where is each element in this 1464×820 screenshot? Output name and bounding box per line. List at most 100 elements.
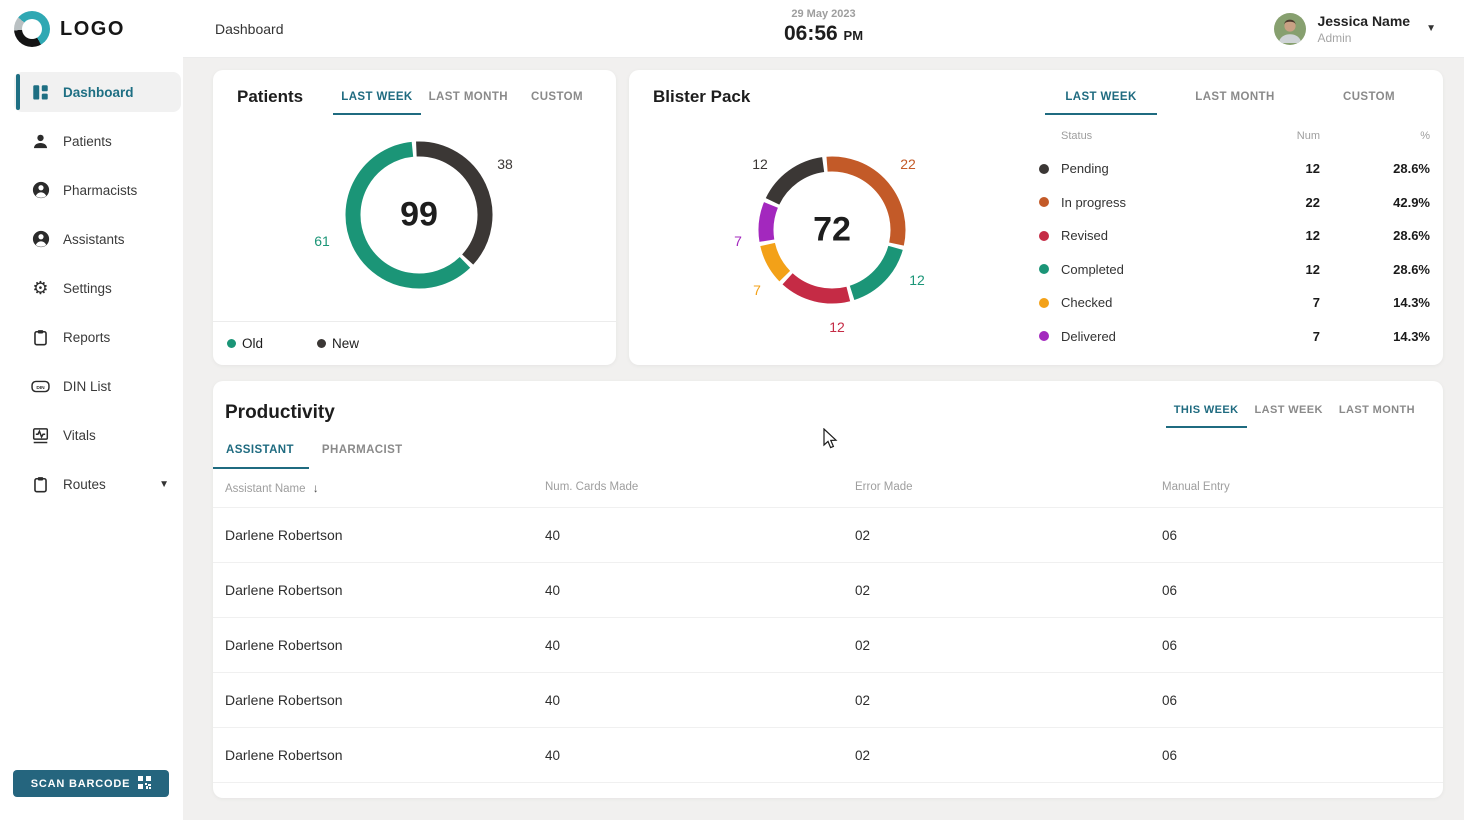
status-dot [1039,231,1049,241]
legend-item-new: New [317,336,359,351]
blister-total: 72 [747,211,917,250]
patients-card-title: Patients [237,84,303,107]
patients-old-value: 61 [314,233,330,249]
col-cards-made: Num. Cards Made [545,481,855,495]
productivity-role-tabs: ASSISTANT PHARMACIST [213,436,1443,469]
legend-old-label: Old [242,336,263,351]
status-num: 12 [1306,262,1320,277]
tab-last-month[interactable]: LAST MONTH [1179,84,1291,115]
status-pct: 28.6% [1393,228,1430,243]
error-made: 02 [855,693,1162,708]
productivity-title: Productivity [225,402,335,424]
sort-desc-icon: ↓ [313,481,319,495]
manual-entry: 06 [1162,693,1443,708]
checked-value: 7 [753,282,761,298]
tab-last-week[interactable]: LAST WEEK [1045,84,1157,115]
assistant-name: Darlene Robertson [225,692,545,708]
pharmacists-icon [31,181,50,200]
status-label: Delivered [1061,329,1116,344]
chevron-down-icon: ▼ [159,479,169,490]
clock: 29 May 2023 06:56 PM [784,8,863,46]
tab-custom[interactable]: CUSTOM [516,84,598,115]
status-label: Completed [1061,262,1124,277]
table-row: Darlene Robertson 40 02 06 [213,508,1443,563]
sidebar-item-label: Routes [63,477,106,492]
status-label: Checked [1061,295,1112,310]
status-pct: 28.6% [1393,161,1430,176]
blister-pack-card: Blister Pack LAST WEEK LAST MONTH CUSTOM… [629,70,1443,365]
manual-entry: 06 [1162,638,1443,653]
sidebar-item-assistants[interactable]: Assistants ▼ [14,219,181,259]
error-made: 02 [855,583,1162,598]
scan-barcode-button[interactable]: SCAN BARCODE [13,770,169,797]
status-dot [1039,264,1049,274]
delivered-value: 7 [734,233,742,249]
tab-last-week[interactable]: LAST WEEK [333,84,420,115]
sidebar-item-label: Pharmacists [63,183,137,198]
table-row: Darlene Robertson 40 02 06 [213,618,1443,673]
tab-last-month[interactable]: LAST MONTH [1331,397,1423,428]
sidebar-item-reports[interactable]: Reports ▼ [14,317,181,357]
topbar: Dashboard 29 May 2023 06:56 PM Jessica N… [183,0,1464,58]
col-status: Status [1061,130,1230,142]
tab-this-week[interactable]: THIS WEEK [1166,397,1247,428]
status-pct: 14.3% [1393,329,1430,344]
sidebar-item-pharmacists[interactable]: Pharmacists ▼ [14,170,181,210]
tab-pharmacist[interactable]: PHARMACIST [309,436,418,469]
sidebar-item-label: Vitals [63,428,96,443]
sidebar-item-settings[interactable]: ⚙ Settings ▼ [14,268,181,308]
user-name: Jessica Name [1317,13,1410,29]
blister-donut-chart: 72 12 22 12 12 7 7 [747,145,917,315]
col-assistant-name[interactable]: Assistant Name ↓ [225,481,545,495]
tab-last-week[interactable]: LAST WEEK [1247,397,1331,428]
status-dot [1039,164,1049,174]
status-pct: 14.3% [1393,295,1430,310]
blister-card-title: Blister Pack [653,84,750,107]
col-pct: % [1420,130,1430,142]
blister-status-row: Pending 12 28.6% [1039,152,1430,186]
sidebar-item-din-list[interactable]: DIN DIN List ▼ [14,366,181,406]
old-dot [227,339,236,348]
dashboard-content: Patients LAST WEEK LAST MONTH CUSTOM 99 … [183,58,1464,820]
productivity-card: Productivity THIS WEEK LAST WEEK LAST MO… [213,381,1443,798]
patients-legend: Old New [213,321,616,365]
sidebar-item-vitals[interactable]: Vitals ▼ [14,415,181,455]
legend-item-old: Old [227,336,263,351]
logo[interactable]: LOGO [0,0,183,58]
cards-made: 40 [545,583,855,598]
patients-new-value: 38 [497,156,513,172]
table-row: Darlene Robertson 40 02 06 [213,673,1443,728]
status-label: In progress [1061,195,1126,210]
blister-table-headers: Status Num % [1039,122,1430,152]
sidebar-item-label: DIN List [63,379,111,394]
blister-status-row: Completed 12 28.6% [1039,253,1430,287]
blister-status-row: In progress 22 42.9% [1039,186,1430,220]
completed-value: 12 [909,272,925,288]
patients-card: Patients LAST WEEK LAST MONTH CUSTOM 99 … [213,70,616,365]
sidebar-item-patients[interactable]: Patients ▼ [14,121,181,161]
sidebar-item-dashboard[interactable]: Dashboard ▼ [14,72,181,112]
chevron-down-icon[interactable]: ▼ [1426,23,1436,34]
productivity-period-tabs: THIS WEEK LAST WEEK LAST MONTH [1166,397,1423,428]
sidebar-item-label: Patients [63,134,112,149]
tab-custom[interactable]: CUSTOM [1313,84,1425,115]
tab-assistant[interactable]: ASSISTANT [213,436,309,469]
cards-made: 40 [545,748,855,763]
in-progress-value: 22 [900,156,916,172]
sidebar-item-label: Dashboard [63,85,134,100]
blister-status-row: Delivered 7 14.3% [1039,320,1430,354]
user-menu[interactable]: Jessica Name Admin ▼ [1274,13,1464,45]
assistant-name: Darlene Robertson [225,527,545,543]
tab-last-month[interactable]: LAST MONTH [421,84,516,115]
new-dot [317,339,326,348]
blister-rows: Pending 12 28.6% In progress 22 42.9% Re… [1039,152,1430,353]
sidebar-item-label: Settings [63,281,112,296]
table-row: Darlene Robertson 40 02 06 [213,563,1443,618]
status-pct: 42.9% [1393,195,1430,210]
manual-entry: 06 [1162,583,1443,598]
sidebar-item-routes[interactable]: Routes ▼ [14,464,181,504]
cards-made: 40 [545,528,855,543]
sidebar-item-label: Assistants [63,232,125,247]
vitals-icon [31,426,50,445]
patients-icon [31,132,50,151]
